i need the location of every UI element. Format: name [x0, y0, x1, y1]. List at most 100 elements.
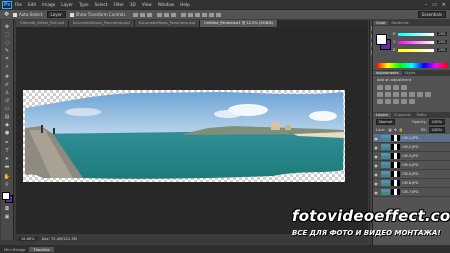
- zoom-tool-icon[interactable]: ⚲: [3, 182, 11, 188]
- visibility-eye-icon[interactable]: ◉: [373, 181, 379, 186]
- green-value[interactable]: 255: [437, 40, 447, 44]
- visibility-eye-icon[interactable]: ◉: [373, 145, 379, 150]
- tab-timeline[interactable]: Timeline: [29, 246, 54, 252]
- workspace-dropdown[interactable]: Essentials: [417, 11, 446, 18]
- layer-mask-thumbnail[interactable]: [391, 135, 400, 141]
- color-balance-icon[interactable]: [393, 92, 399, 97]
- eraser-tool-icon[interactable]: ▭: [3, 106, 11, 112]
- eyedropper-tool-icon[interactable]: ⌿: [3, 64, 11, 70]
- distribute-middle-icon[interactable]: [188, 12, 194, 17]
- healing-brush-tool-icon[interactable]: ✚: [3, 74, 11, 80]
- menu-type[interactable]: Type: [79, 2, 89, 7]
- hand-tool-icon[interactable]: ✋: [3, 174, 11, 180]
- lock-all-icon[interactable]: 🔒: [399, 128, 403, 132]
- maximize-button[interactable]: ▭: [432, 2, 437, 8]
- distribute-bottom-icon[interactable]: [195, 12, 201, 17]
- menu-window[interactable]: Window: [158, 2, 175, 7]
- minimize-button[interactable]: –: [425, 2, 428, 8]
- brush-tool-icon[interactable]: ✐: [3, 82, 11, 88]
- distribute-right-icon[interactable]: [216, 12, 222, 17]
- menu-filter[interactable]: Filter: [113, 2, 123, 7]
- vibrance-icon[interactable]: [377, 92, 383, 97]
- menu-select[interactable]: Select: [95, 2, 108, 7]
- document-info[interactable]: Doc: 72.4M/121.3M: [42, 237, 77, 241]
- layer-row[interactable]: ◉ CM-3.JPG: [373, 152, 450, 161]
- blur-tool-icon[interactable]: ◆: [3, 122, 11, 128]
- align-center-icon[interactable]: [164, 12, 170, 17]
- tab-document-3[interactable]: KuLomebetNaas_Panorama.psd: [134, 20, 201, 27]
- invert-icon[interactable]: [377, 99, 383, 104]
- lock-pixels-icon[interactable]: ▦: [388, 128, 391, 132]
- menu-help[interactable]: Help: [180, 2, 190, 7]
- blue-slider[interactable]: [398, 48, 434, 52]
- zoom-level-field[interactable]: 16.66%: [18, 237, 38, 241]
- color-lookup-icon[interactable]: [425, 92, 431, 97]
- tab-swatches[interactable]: Swatches: [388, 21, 411, 25]
- tab-document-1[interactable]: Ultimate_Nikkel_Pod.psd: [16, 20, 69, 27]
- align-top-icon[interactable]: [133, 12, 139, 17]
- layer-mask-thumbnail[interactable]: [391, 153, 400, 159]
- layer-row[interactable]: ◉ CM-7.JPG: [373, 188, 450, 197]
- dodge-tool-icon[interactable]: ●: [3, 130, 11, 136]
- layer-row[interactable]: ◉ CM-4.JPG: [373, 161, 450, 170]
- menu-3d[interactable]: 3D: [130, 2, 136, 7]
- quick-select-tool-icon[interactable]: ✎: [3, 48, 11, 54]
- lasso-tool-icon[interactable]: ◌: [3, 40, 11, 46]
- layer-row[interactable]: ◉ CM-2.JPG: [373, 143, 450, 152]
- align-bottom-icon[interactable]: [147, 12, 153, 17]
- pen-tool-icon[interactable]: ✒: [3, 140, 11, 146]
- tab-styles[interactable]: Styles: [402, 71, 419, 75]
- history-brush-tool-icon[interactable]: ↺: [3, 98, 11, 104]
- close-button[interactable]: ✕: [442, 2, 446, 8]
- menu-layer[interactable]: Layer: [61, 2, 73, 7]
- threshold-icon[interactable]: [393, 99, 399, 104]
- layer-mask-thumbnail[interactable]: [391, 180, 400, 186]
- visibility-eye-icon[interactable]: ◉: [373, 172, 379, 177]
- distribute-left-icon[interactable]: [202, 12, 208, 17]
- tab-layers[interactable]: Layers: [373, 113, 391, 117]
- posterize-icon[interactable]: [385, 99, 391, 104]
- align-right-icon[interactable]: [171, 12, 177, 17]
- document-canvas[interactable]: [23, 90, 345, 182]
- auto-select-dropdown[interactable]: Layer: [46, 11, 66, 18]
- tab-document-2[interactable]: KuLomebetSaan_Panorama.psd: [68, 20, 135, 27]
- tab-paths[interactable]: Paths: [414, 113, 430, 117]
- gradient-tool-icon[interactable]: ▤: [3, 114, 11, 120]
- visibility-eye-icon[interactable]: ◉: [373, 154, 379, 159]
- tab-document-active[interactable]: Untitled_Panorama1 @ 12.5% (RGB/8): [200, 20, 279, 27]
- black-white-icon[interactable]: [401, 92, 407, 97]
- layer-row[interactable]: ◉ CM-1.JPG: [373, 134, 450, 143]
- quick-mask-icon[interactable]: ◘: [3, 206, 11, 212]
- move-tool-icon[interactable]: ✥: [3, 24, 11, 30]
- marquee-tool-icon[interactable]: ⬚: [3, 32, 11, 38]
- green-slider[interactable]: [398, 40, 434, 44]
- blue-value[interactable]: 255: [437, 48, 447, 52]
- levels-icon[interactable]: [385, 85, 391, 90]
- path-select-tool-icon[interactable]: ➤: [3, 156, 11, 162]
- visibility-eye-icon[interactable]: ◉: [373, 136, 379, 141]
- fill-field[interactable]: 100%: [428, 127, 445, 133]
- menu-edit[interactable]: Edit: [28, 2, 36, 7]
- panel-foreground-swatch[interactable]: [376, 34, 387, 45]
- color-spectrum-bar[interactable]: [376, 63, 448, 68]
- opacity-field[interactable]: 100%: [428, 119, 445, 125]
- brightness-contrast-icon[interactable]: [377, 85, 383, 90]
- menu-file[interactable]: File: [15, 2, 22, 7]
- selective-color-icon[interactable]: [409, 99, 415, 104]
- red-slider[interactable]: [398, 32, 434, 36]
- screen-mode-icon[interactable]: ▣: [3, 214, 11, 220]
- menu-image[interactable]: Image: [42, 2, 55, 7]
- menu-view[interactable]: View: [142, 2, 152, 7]
- exposure-icon[interactable]: [401, 85, 407, 90]
- align-left-icon[interactable]: [157, 12, 163, 17]
- layer-mask-thumbnail[interactable]: [391, 144, 400, 150]
- layer-mask-thumbnail[interactable]: [391, 189, 400, 195]
- hue-saturation-icon[interactable]: [385, 92, 391, 97]
- clone-stamp-tool-icon[interactable]: ♙: [3, 90, 11, 96]
- align-middle-icon[interactable]: [140, 12, 146, 17]
- channel-mixer-icon[interactable]: [417, 92, 423, 97]
- gradient-map-icon[interactable]: [401, 99, 407, 104]
- type-tool-icon[interactable]: T: [3, 148, 11, 154]
- photo-filter-icon[interactable]: [409, 92, 415, 97]
- distribute-center-icon[interactable]: [209, 12, 215, 17]
